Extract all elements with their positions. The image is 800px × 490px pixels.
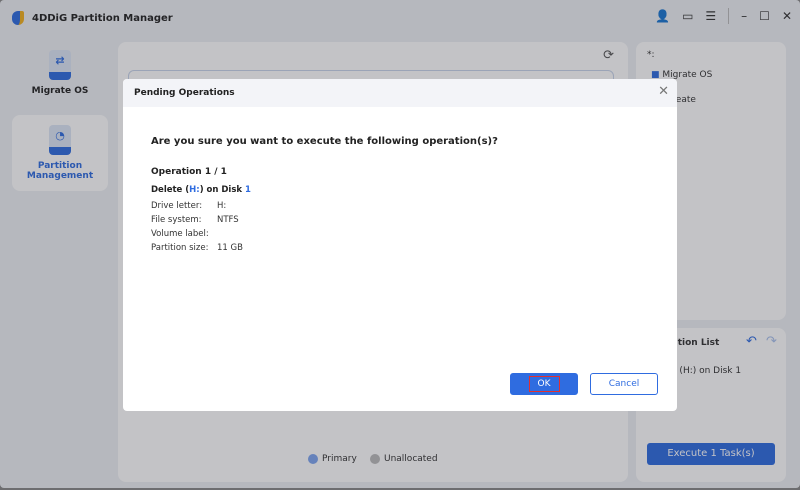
operation-counter: Operation 1 / 1 <box>151 167 227 177</box>
detail-value: 11 GB <box>217 243 243 253</box>
cancel-button[interactable]: Cancel <box>590 373 658 395</box>
detail-key: Partition size: <box>151 243 209 253</box>
operation-details: Drive letter: H: File system: NTFS Volume … <box>151 199 243 255</box>
text: ) on Disk <box>199 185 246 195</box>
confirm-question: Are you sure you want to execute the fol… <box>151 136 498 147</box>
operation-title: Delete (H:) on Disk 1 <box>151 185 251 195</box>
detail-key: Drive letter: <box>151 201 203 211</box>
dialog-title: Pending Operations <box>134 88 235 98</box>
detail-value: NTFS <box>217 215 239 225</box>
detail-value: H: <box>217 201 227 211</box>
disk-number: 1 <box>245 185 251 195</box>
detail-key: Volume label: <box>151 229 209 239</box>
text: Delete ( <box>151 185 190 195</box>
pending-operations-dialog: Pending Operations ✕ Are you sure you wan… <box>123 79 677 411</box>
detail-key: File system: <box>151 215 202 225</box>
close-icon[interactable]: ✕ <box>658 84 669 99</box>
ok-button[interactable]: OK <box>510 373 578 395</box>
ok-label: OK <box>528 376 560 392</box>
drive-letter: H: <box>189 185 200 195</box>
